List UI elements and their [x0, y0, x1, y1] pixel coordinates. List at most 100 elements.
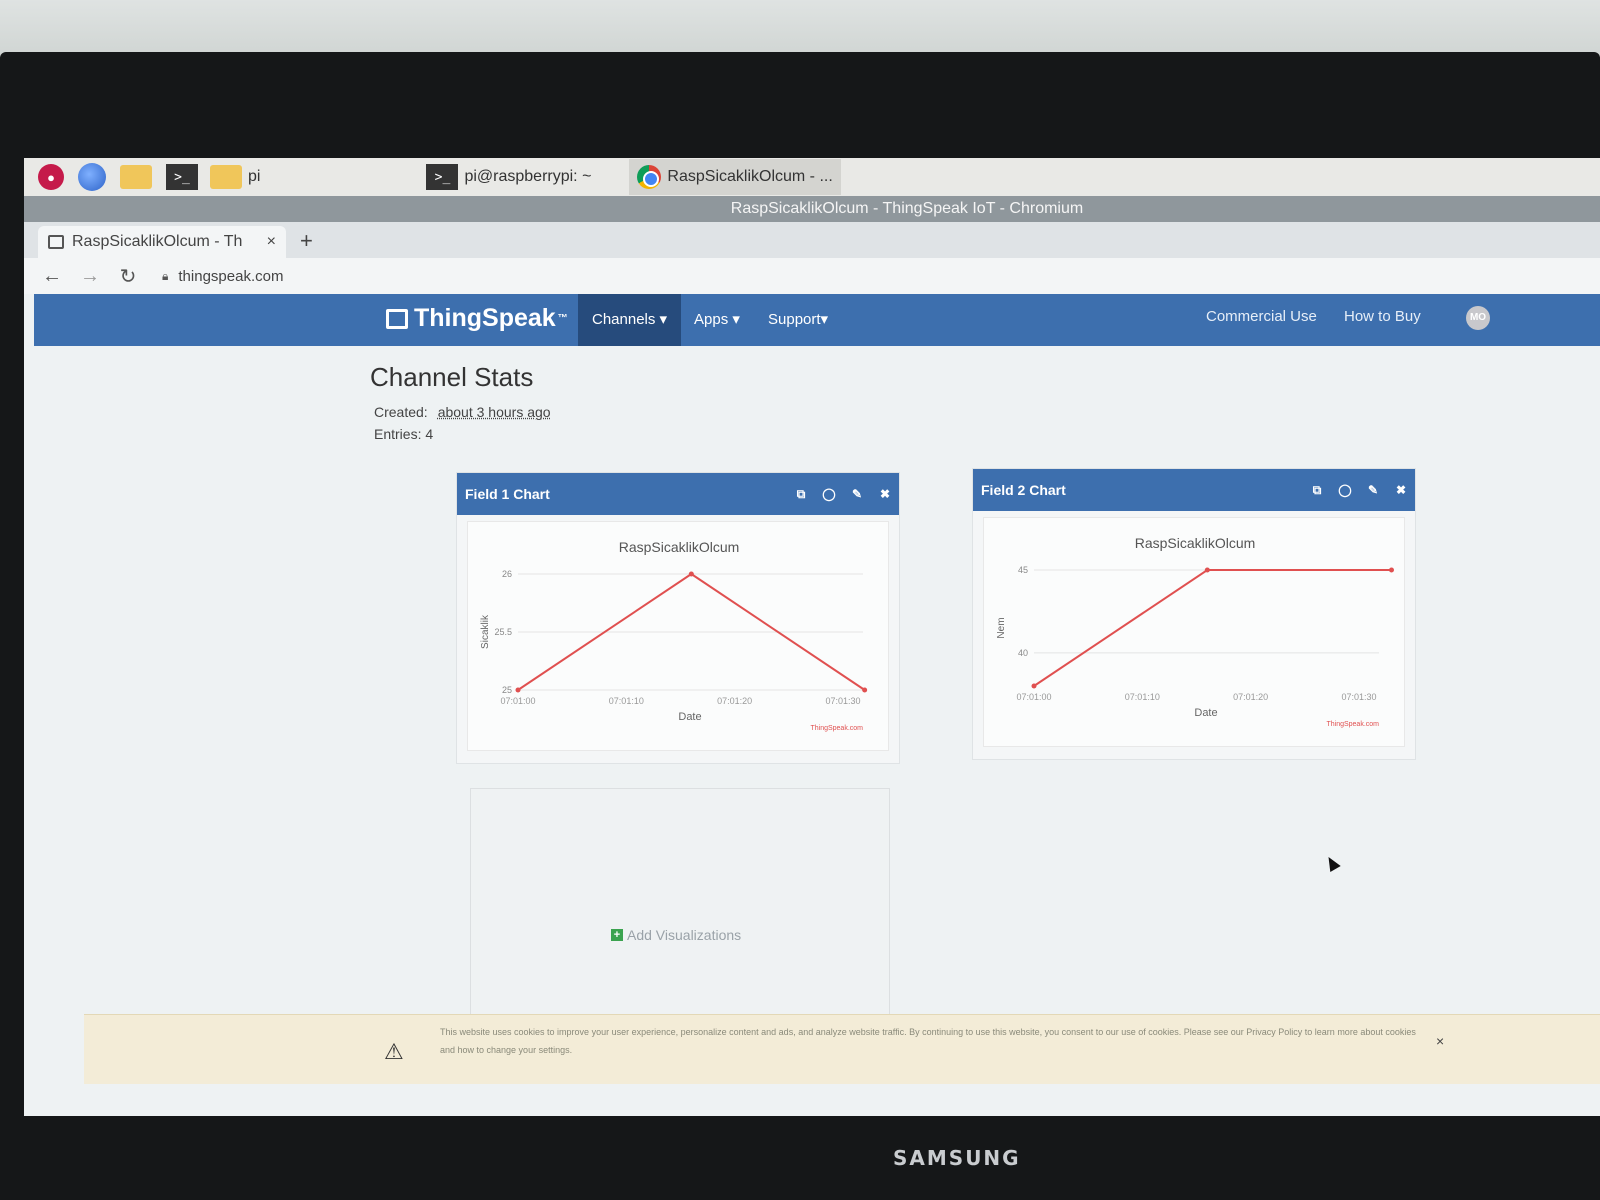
monitor-brand: SAMSUNG	[893, 1146, 1021, 1170]
x-tick-label: 07:01:20	[717, 696, 752, 706]
stat-entries: Entries: 4	[374, 426, 433, 442]
field2-chart-card: Field 2 Chart ⧉ ◯ ✎ ✖ RaspSicaklikOlcum 4…	[972, 468, 1416, 760]
web-browser-icon[interactable]	[78, 163, 106, 191]
entries-value: 4	[425, 426, 434, 442]
data-point	[1204, 567, 1210, 573]
warning-icon: ⚠	[384, 1039, 404, 1064]
series-line	[1033, 569, 1392, 687]
add-visualizations-button[interactable]: + Add Visualizations	[611, 927, 741, 943]
chromium-icon	[637, 165, 662, 189]
window-titlebar: RaspSicaklikOlcum - ThingSpeak IoT - Chr…	[24, 196, 1600, 222]
thingspeak-logo[interactable]: ThingSpeak ™	[386, 304, 568, 333]
y-tick-label: 25	[502, 685, 512, 695]
external-link-icon[interactable]: ⧉	[1303, 483, 1331, 498]
url-text: thingspeak.com	[178, 267, 284, 285]
taskbar-task-chromium[interactable]: RaspSicaklikOlcum - ...	[629, 159, 841, 195]
close-icon[interactable]: ✖	[871, 487, 899, 501]
speech-bubble-icon	[386, 308, 408, 329]
taskbar-task-terminal[interactable]: >_ pi@raspberrypi: ~	[418, 159, 599, 195]
x-tick-label: 07:01:30	[825, 696, 860, 706]
y-tick-label: 45	[1018, 565, 1028, 575]
folder-icon	[210, 165, 242, 189]
stat-created: Created: about 3 hours ago	[374, 404, 551, 420]
field1-line-chart: RaspSicaklikOlcum 25 25.5 26 07:01:00 07:01:1…	[480, 539, 868, 732]
data-point	[862, 687, 868, 693]
chart-credit: ThingSpeak.com	[1326, 721, 1379, 728]
chart-header-title: Field 2 Chart	[981, 482, 1066, 498]
page-title: Channel Stats	[370, 362, 534, 392]
menu-support[interactable]: Support▾	[754, 294, 842, 346]
raspberry-menu-icon[interactable]: ●	[38, 164, 64, 190]
pencil-icon[interactable]: ✎	[1359, 483, 1387, 497]
menu-channels[interactable]: Channels ▾	[578, 294, 682, 346]
monitor-screen: ● >_ pi >_ pi@raspberrypi: ~ RaspSicakli…	[24, 158, 1600, 1116]
menu-apps[interactable]: Apps ▾	[680, 294, 754, 346]
new-tab-button[interactable]: +	[300, 228, 313, 254]
y-axis-label: Nem	[996, 617, 1007, 638]
back-arrow-icon[interactable]: ←	[42, 265, 62, 288]
address-bar[interactable]: 🔒︎ thingspeak.com	[162, 268, 283, 285]
logo-trademark: ™	[557, 313, 568, 324]
add-visualizations-panel: + Add Visualizations	[470, 788, 890, 1038]
tab-close-icon[interactable]: ×	[267, 233, 276, 251]
terminal-task-icon: >_	[426, 164, 459, 190]
x-tick-label: 07:01:20	[1233, 692, 1268, 702]
external-link-icon[interactable]: ⧉	[787, 487, 815, 502]
x-tick-label: 07:01:00	[1016, 692, 1051, 702]
created-label: Created:	[374, 404, 428, 420]
link-how-to-buy[interactable]: How to Buy	[1344, 294, 1421, 346]
comment-icon[interactable]: ◯	[1331, 483, 1359, 497]
cookie-close-icon[interactable]: ×	[1436, 1033, 1444, 1049]
x-tick-label: 07:01:00	[500, 696, 535, 706]
chart-plot-area: RaspSicaklikOlcum 25 25.5 26 07:01:00 07:01:1…	[467, 521, 889, 751]
cookie-banner: ⚠ This website uses cookies to improve y…	[84, 1014, 1600, 1084]
field1-chart-card: Field 1 Chart ⧉ ◯ ✎ ✖ RaspSicaklikOlcum 2…	[456, 472, 900, 764]
chart-title: RaspSicaklikOlcum	[619, 539, 740, 555]
data-point	[688, 571, 694, 577]
x-axis-label: Date	[1194, 707, 1217, 719]
entries-label: Entries:	[374, 426, 422, 442]
folder-label: pi	[248, 168, 261, 185]
close-icon[interactable]: ✖	[1387, 483, 1415, 497]
task-label: RaspSicaklikOlcum - ...	[667, 168, 833, 185]
x-tick-label: 07:01:30	[1341, 692, 1376, 702]
x-axis-label: Date	[678, 711, 701, 723]
data-point	[515, 687, 521, 693]
reload-icon[interactable]: ↻	[118, 264, 138, 289]
browser-tab[interactable]: RaspSicaklikOlcum - Th ×	[38, 226, 286, 258]
chart-credit: ThingSpeak.com	[810, 725, 863, 732]
thingspeak-page: ThingSpeak ™ Channels ▾ Apps ▾ Support▾ C…	[24, 294, 1600, 1116]
add-visualizations-label: Add Visualizations	[627, 927, 742, 943]
user-avatar[interactable]: MO	[1466, 306, 1490, 330]
link-commercial-use[interactable]: Commercial Use	[1206, 294, 1317, 346]
created-value: about 3 hours ago	[437, 404, 551, 420]
browser-tabstrip: RaspSicaklikOlcum - Th × +	[24, 222, 1600, 258]
taskbar-folder-pi[interactable]: pi	[202, 159, 268, 195]
y-tick-label: 25.5	[494, 627, 512, 637]
tab-title: RaspSicaklikOlcum - Th	[72, 233, 243, 250]
field2-line-chart: RaspSicaklikOlcum 40 45 07:01:00 07:01:10 07:…	[996, 535, 1394, 728]
x-tick-label: 07:01:10	[609, 696, 644, 706]
thingspeak-navbar: ThingSpeak ™ Channels ▾ Apps ▾ Support▾ C…	[34, 294, 1600, 346]
browser-toolbar: ← → ↻ 🔒︎ thingspeak.com	[24, 258, 1600, 294]
cookie-text: This website uses cookies to improve you…	[440, 1027, 1416, 1055]
thingspeak-favicon-icon	[48, 235, 64, 249]
pencil-icon[interactable]: ✎	[843, 487, 871, 501]
desktop-taskbar: ● >_ pi >_ pi@raspberrypi: ~ RaspSicakli…	[24, 158, 1600, 196]
plus-icon: +	[611, 929, 623, 941]
forward-arrow-icon[interactable]: →	[80, 265, 100, 288]
chart-header: Field 2 Chart ⧉ ◯ ✎ ✖	[973, 469, 1415, 511]
data-point	[1031, 683, 1037, 689]
file-manager-icon[interactable]	[120, 165, 152, 189]
terminal-icon[interactable]: >_	[166, 164, 198, 190]
chart-header-title: Field 1 Chart	[465, 486, 550, 502]
chart-plot-area: RaspSicaklikOlcum 40 45 07:01:00 07:01:10 07:…	[983, 517, 1405, 747]
y-axis-label: Sicaklik	[480, 614, 491, 649]
wall-background	[0, 0, 1600, 60]
task-label: pi@raspberrypi: ~	[464, 168, 592, 185]
y-tick-label: 40	[1018, 648, 1028, 658]
chart-title: RaspSicaklikOlcum	[1135, 535, 1256, 551]
mouse-cursor-icon	[1323, 853, 1341, 873]
chart-header: Field 1 Chart ⧉ ◯ ✎ ✖	[457, 473, 899, 515]
comment-icon[interactable]: ◯	[815, 487, 843, 501]
